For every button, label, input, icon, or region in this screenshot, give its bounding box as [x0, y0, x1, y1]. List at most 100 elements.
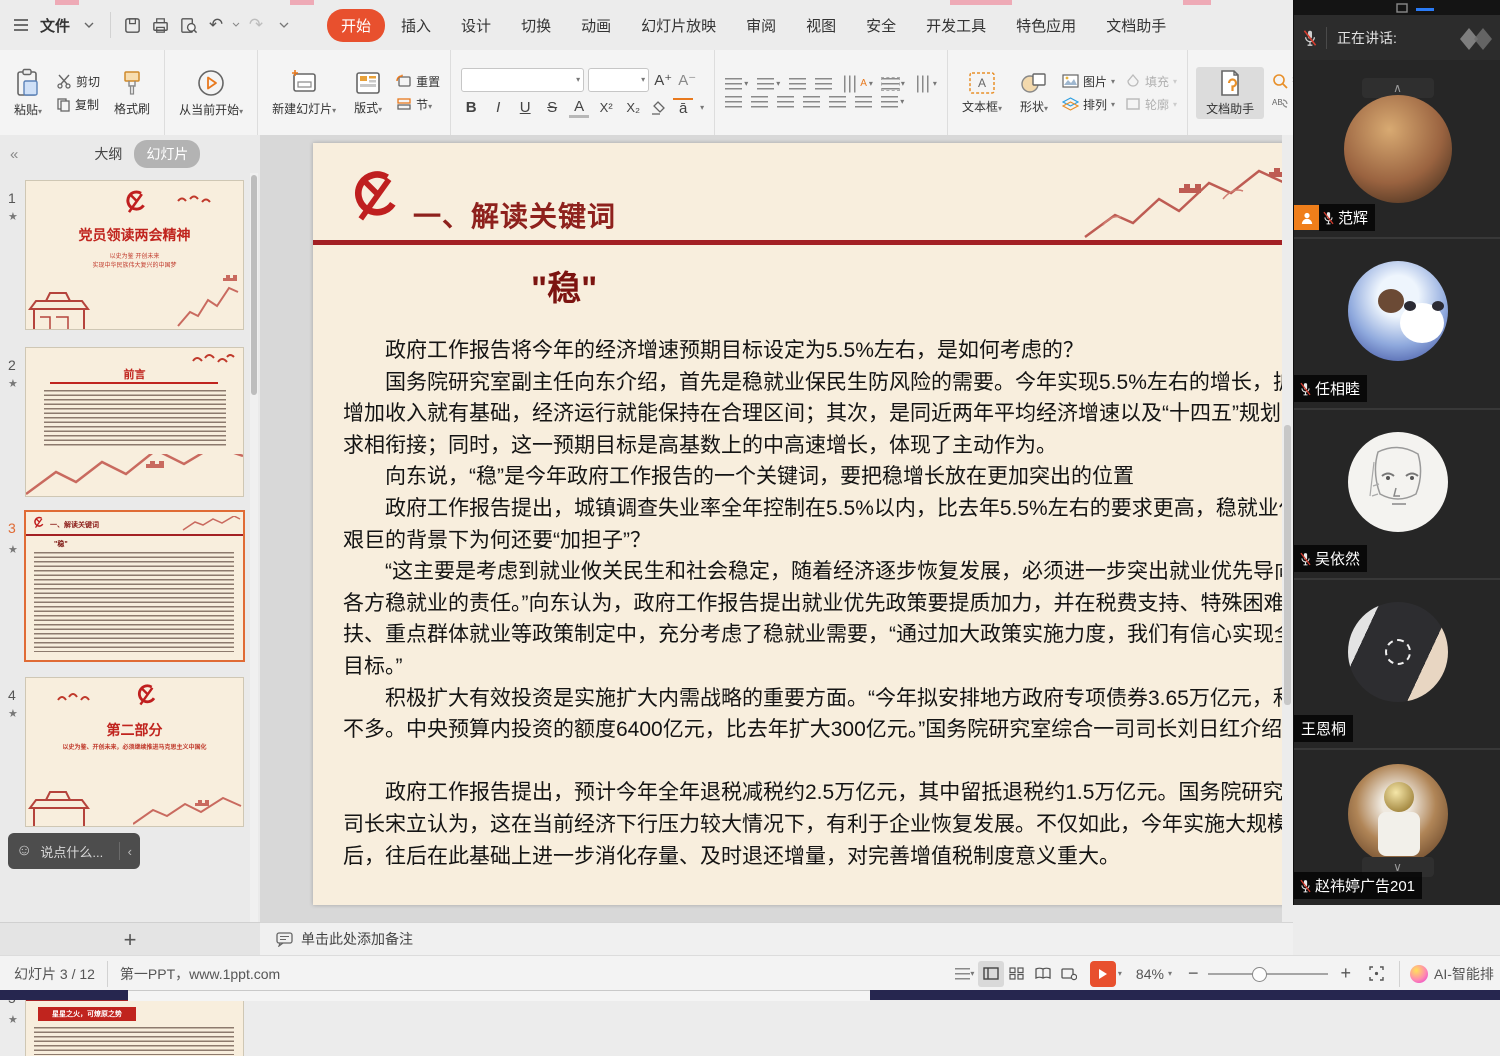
- participant-tile[interactable]: ∧ 范辉: [1294, 60, 1500, 237]
- thumbnail-scrollbar-thumb[interactable]: [251, 175, 257, 395]
- notes-placeholder[interactable]: 单击此处添加备注: [301, 929, 413, 949]
- arrange-button[interactable]: 排列▾: [1060, 95, 1117, 114]
- tab-outline[interactable]: 大纲: [82, 140, 134, 168]
- save-icon[interactable]: [119, 12, 145, 38]
- tab-devtools[interactable]: 开发工具: [912, 9, 1000, 42]
- presenter-view-button[interactable]: [1056, 961, 1082, 987]
- slide-body-text[interactable]: 政府工作报告将今年的经济增速预期目标设定为5.5%左右，是如何考虑的？ 国务院研…: [343, 335, 1293, 872]
- new-slide-button[interactable]: 新建幻灯片▾: [266, 67, 342, 119]
- doc-assistant-button[interactable]: 文档助手: [1196, 67, 1264, 119]
- text-direction-button[interactable]: A▾: [841, 78, 873, 90]
- zoom-slider-handle[interactable]: [1252, 967, 1267, 982]
- distribute-button[interactable]: [829, 96, 846, 108]
- tab-home[interactable]: 开始: [327, 9, 385, 42]
- participant-tile[interactable]: 王恩桐: [1294, 580, 1500, 748]
- slide-thumbnail-4[interactable]: 第二部分 以史为鉴、开创未来，必须继续推进马克思主义中国化: [25, 677, 244, 827]
- bullet-list-button[interactable]: ▾: [725, 78, 748, 90]
- shrink-font-button[interactable]: A⁻: [677, 71, 697, 89]
- collapse-chat-icon[interactable]: ‹: [128, 844, 132, 859]
- justify-button[interactable]: [803, 96, 820, 108]
- decrease-indent-button[interactable]: [789, 78, 806, 90]
- window-icon[interactable]: [1396, 3, 1408, 13]
- tab-review[interactable]: 审阅: [732, 9, 790, 42]
- text-align-box-button[interactable]: ▾: [882, 78, 905, 90]
- chat-input-placeholder[interactable]: 说点什么...: [40, 842, 110, 861]
- add-slide-button[interactable]: +: [124, 927, 137, 953]
- tab-doc-assistant[interactable]: 文档助手: [1092, 9, 1180, 42]
- emoji-icon[interactable]: ☺: [16, 842, 32, 860]
- numbered-list-button[interactable]: ▾: [757, 78, 780, 90]
- tab-security[interactable]: 安全: [852, 9, 910, 42]
- tab-animation[interactable]: 动画: [567, 9, 625, 42]
- align-center-button[interactable]: [751, 96, 768, 108]
- para-spacing-button[interactable]: ▾: [881, 96, 904, 108]
- italic-button[interactable]: I: [488, 99, 508, 116]
- minimize-icon[interactable]: [1416, 8, 1434, 11]
- slide-thumbnail-2[interactable]: 前言: [25, 347, 244, 497]
- tab-design[interactable]: 设计: [447, 9, 505, 42]
- slide-sorter-view-button[interactable]: [1004, 961, 1030, 987]
- char-spacing-button[interactable]: ā: [673, 98, 693, 117]
- editor-scrollbar[interactable]: [1282, 135, 1293, 922]
- slide-canvas[interactable]: 一、解读关键词 "稳" 政府工作报告将今年的经济增速预期目标设定为5.5%左右，…: [313, 143, 1293, 905]
- slide-thumbnail-1[interactable]: 党员领读两会精神 以史为鉴 开创未来 实现中华民族伟大复兴的中国梦: [25, 180, 244, 330]
- editor-scrollbar-thumb[interactable]: [1284, 425, 1291, 705]
- tab-insert[interactable]: 插入: [387, 9, 445, 42]
- grow-font-button[interactable]: A⁺: [653, 71, 673, 89]
- zoom-slider[interactable]: [1208, 973, 1328, 975]
- align-left-button[interactable]: [725, 96, 742, 108]
- tab-transition[interactable]: 切换: [507, 9, 565, 42]
- participant-tile[interactable]: ∨ 赵祎婷广告201: [1294, 750, 1500, 905]
- reading-view-button[interactable]: [1030, 961, 1056, 987]
- clear-format-icon[interactable]: [650, 100, 666, 116]
- slide-keyword[interactable]: "稳": [531, 261, 597, 310]
- zoom-out-button[interactable]: −: [1188, 963, 1199, 984]
- slideshow-play-button[interactable]: [1090, 961, 1116, 987]
- format-painter-button[interactable]: 格式刷: [108, 67, 156, 119]
- play-dropdown-icon[interactable]: ▾: [1118, 969, 1122, 978]
- font-size-input[interactable]: ▾: [588, 68, 649, 92]
- tab-slideshow[interactable]: 幻灯片放映: [627, 9, 730, 42]
- participant-tile[interactable]: 任相睦: [1294, 239, 1500, 408]
- increase-indent-button[interactable]: [815, 78, 832, 90]
- ab-direction-button[interactable]: ▾: [914, 78, 937, 90]
- strikethrough-button[interactable]: S: [542, 99, 562, 116]
- line-spacing-button[interactable]: [855, 96, 872, 108]
- collapse-panel-icon[interactable]: «: [10, 146, 18, 163]
- ai-assistant-label[interactable]: AI-智能排: [1434, 964, 1500, 984]
- play-from-current-button[interactable]: 从当前开始▾: [173, 66, 249, 120]
- tab-special-features[interactable]: 特色应用: [1002, 9, 1090, 42]
- normal-view-button[interactable]: [978, 961, 1004, 987]
- subscript-button[interactable]: X₂: [623, 100, 643, 115]
- print-icon[interactable]: [147, 12, 173, 38]
- slide-title[interactable]: 一、解读关键词: [413, 195, 616, 235]
- tab-view[interactable]: 视图: [792, 9, 850, 42]
- layout-button[interactable]: 版式▾: [348, 68, 388, 118]
- zoom-level[interactable]: 84%: [1136, 966, 1164, 982]
- tab-slides[interactable]: 幻灯片: [134, 140, 200, 168]
- undo-icon[interactable]: ↶: [203, 12, 229, 38]
- ai-assistant-icon[interactable]: [1410, 965, 1428, 983]
- textbox-button[interactable]: A 文本框▾: [956, 69, 1008, 117]
- undo-dropdown-icon[interactable]: [231, 12, 241, 38]
- meeting-chat-overlay[interactable]: ☺ 说点什么... ‹: [8, 833, 140, 869]
- font-name-input[interactable]: ▾: [461, 68, 584, 92]
- cut-button[interactable]: 剪切: [54, 72, 102, 91]
- section-button[interactable]: 节▾: [394, 95, 442, 114]
- align-right-button[interactable]: [777, 96, 794, 108]
- mic-muted-icon[interactable]: [1302, 28, 1318, 48]
- picture-button[interactable]: 图片▾: [1060, 72, 1117, 91]
- participant-tile[interactable]: 吴依然: [1294, 410, 1500, 578]
- paste-button[interactable]: 粘贴▾: [8, 66, 48, 120]
- fit-window-icon[interactable]: [1363, 961, 1389, 987]
- file-menu[interactable]: 文件: [36, 9, 74, 42]
- zoom-dropdown-icon[interactable]: ▾: [1168, 969, 1172, 978]
- customize-toolbar-icon[interactable]: [271, 12, 297, 38]
- file-chevron-icon[interactable]: [76, 12, 102, 38]
- font-color-button[interactable]: A: [569, 98, 589, 118]
- shapes-button[interactable]: 形状▾: [1014, 69, 1054, 117]
- bold-button[interactable]: B: [461, 99, 481, 116]
- slide-thumbnail-3-current[interactable]: 一、解读关键词 "稳": [24, 510, 245, 662]
- notes-bar[interactable]: 单击此处添加备注: [260, 922, 1293, 955]
- zoom-in-button[interactable]: +: [1340, 963, 1351, 984]
